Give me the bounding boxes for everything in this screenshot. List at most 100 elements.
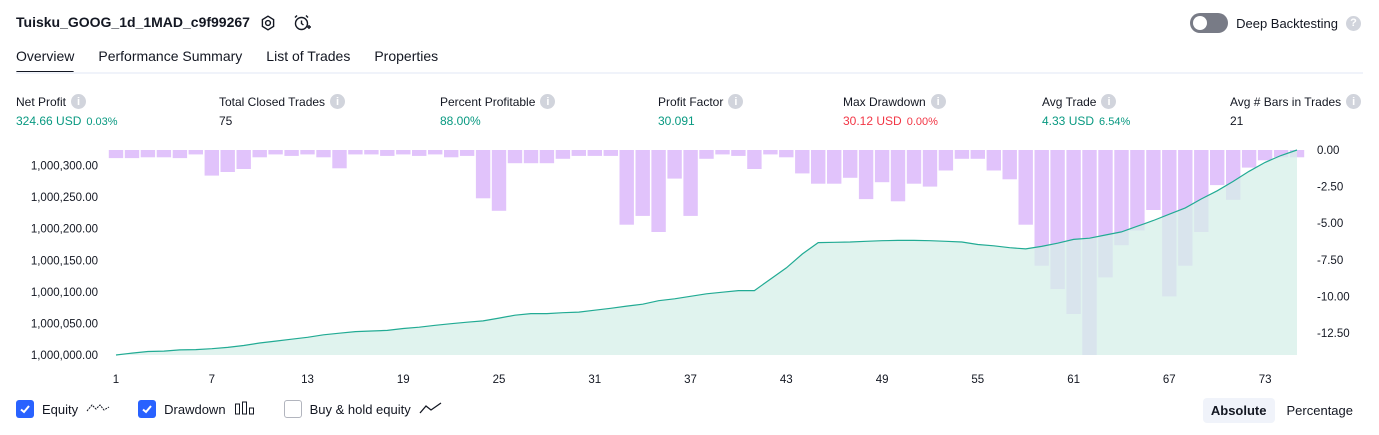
drawdown-bar bbox=[779, 150, 794, 158]
legend-buy-hold[interactable]: Buy & hold equity bbox=[283, 400, 443, 418]
drawdown-bar bbox=[459, 150, 475, 156]
x-axis-tick-label: 49 bbox=[876, 374, 889, 386]
x-axis-tick-label: 43 bbox=[780, 374, 793, 386]
tab-list-of-trades[interactable]: List of Trades bbox=[266, 48, 350, 72]
drawdown-bar bbox=[874, 150, 890, 183]
x-axis-tick-label: 19 bbox=[397, 374, 410, 386]
drawdown-bar bbox=[539, 150, 555, 164]
stat-sub-value: 0.00% bbox=[906, 116, 938, 128]
drawdown-checkbox[interactable] bbox=[138, 400, 157, 418]
drawdown-bar bbox=[348, 150, 363, 155]
drawdown-bar bbox=[1002, 150, 1017, 180]
stat-label: Avg Trade bbox=[1042, 94, 1097, 109]
drawdown-bar bbox=[428, 150, 443, 155]
legend-drawdown[interactable]: Drawdown bbox=[138, 400, 255, 418]
drawdown-bar bbox=[1241, 150, 1257, 168]
info-icon[interactable]: i bbox=[540, 94, 556, 109]
deep-backtesting-label: Deep Backtesting bbox=[1236, 15, 1338, 31]
drawdown-bar bbox=[619, 150, 634, 225]
drawdown-bar bbox=[587, 150, 602, 156]
right-axis-tick-label: -7.50 bbox=[1317, 255, 1343, 267]
drawdown-bar bbox=[444, 150, 459, 158]
equity-drawdown-chart[interactable]: 1,000,000.00 1,000,050.00 1,000,100.00 1,00… bbox=[0, 140, 1379, 390]
drawdown-bar bbox=[938, 150, 954, 171]
percentage-button[interactable]: Percentage bbox=[1279, 398, 1362, 423]
x-axis-tick-label: 13 bbox=[301, 374, 314, 386]
drawdown-bar bbox=[364, 150, 379, 155]
drawdown-bar bbox=[603, 150, 618, 156]
stat-label: Profit Factor bbox=[658, 94, 724, 109]
drawdown-bar bbox=[843, 150, 858, 178]
right-axis-tick-label: 0.00 bbox=[1317, 145, 1339, 157]
x-axis: 1 7 13 19 25 31 37 43 49 55 61 67 73 bbox=[113, 374, 1272, 386]
stat-value: 30.12 USD bbox=[843, 114, 902, 128]
drawdown-bar bbox=[284, 150, 299, 156]
drawdown-bar bbox=[236, 150, 251, 169]
drawdown-bar bbox=[763, 150, 778, 155]
drawdown-bar bbox=[1257, 150, 1273, 161]
drawdown-bar bbox=[795, 150, 810, 174]
drawdown-bar bbox=[140, 150, 156, 158]
drawdown-bar bbox=[108, 150, 124, 159]
x-axis-tick-label: 31 bbox=[588, 374, 601, 386]
stat-value: 75 bbox=[219, 114, 233, 128]
drawdown-bar bbox=[667, 150, 682, 179]
left-axis-tick-label: 1,000,200.00 bbox=[31, 224, 98, 236]
deep-backtesting-toggle[interactable] bbox=[1190, 13, 1229, 33]
stat-avg-trade: Avg Trade i 4.33 USD 6.54% bbox=[1042, 94, 1130, 128]
tab-performance-summary[interactable]: Performance Summary bbox=[98, 48, 242, 72]
drawdown-bar bbox=[204, 150, 219, 176]
tab-bar: Overview Performance Summary List of Tra… bbox=[16, 48, 438, 74]
buy-hold-label: Buy & hold equity bbox=[309, 401, 411, 417]
drawdown-bar bbox=[651, 150, 666, 232]
stat-value: 30.091 bbox=[658, 114, 695, 128]
stat-sub-value: 6.54% bbox=[1099, 116, 1131, 128]
stat-label: Percent Profitable bbox=[440, 94, 536, 109]
equity-checkbox[interactable] bbox=[16, 400, 34, 418]
x-axis-tick-label: 55 bbox=[971, 374, 984, 386]
legend-equity[interactable]: Equity bbox=[16, 400, 110, 418]
buy-hold-checkbox[interactable] bbox=[283, 400, 302, 418]
left-axis-tick-label: 1,000,150.00 bbox=[31, 255, 98, 267]
info-icon[interactable]: i bbox=[930, 94, 946, 109]
value-mode-switch: Absolute Percentage bbox=[1202, 398, 1362, 423]
drawdown-bar bbox=[491, 150, 507, 211]
drawdown-bar bbox=[954, 150, 970, 159]
deep-backtesting-control: Deep Backtesting ? bbox=[1190, 13, 1361, 33]
help-icon[interactable]: ? bbox=[1346, 15, 1361, 31]
absolute-button[interactable]: Absolute bbox=[1202, 398, 1275, 423]
buy-hold-line-icon bbox=[419, 401, 443, 418]
drawdown-bar bbox=[523, 150, 539, 164]
drawdown-bar bbox=[1018, 150, 1033, 225]
info-icon[interactable]: i bbox=[1101, 94, 1117, 109]
tab-properties[interactable]: Properties bbox=[374, 48, 438, 72]
stat-label: Net Profit bbox=[16, 94, 67, 109]
info-icon[interactable]: i bbox=[728, 94, 744, 109]
drawdown-bar bbox=[268, 150, 283, 155]
stat-label: Max Drawdown bbox=[843, 94, 926, 109]
drawdown-bar bbox=[396, 150, 411, 155]
drawdown-bar bbox=[555, 150, 571, 159]
drawdown-bar bbox=[906, 150, 922, 184]
drawdown-label: Drawdown bbox=[164, 401, 226, 417]
settings-icon[interactable] bbox=[257, 12, 279, 34]
drawdown-bar bbox=[890, 150, 906, 202]
x-axis-tick-label: 1 bbox=[113, 374, 119, 386]
left-axis: 1,000,000.00 1,000,050.00 1,000,100.00 1,00… bbox=[31, 161, 98, 362]
drawdown-bar bbox=[858, 150, 874, 200]
right-axis-tick-label: -2.50 bbox=[1317, 182, 1343, 194]
info-icon[interactable]: i bbox=[71, 94, 87, 109]
info-icon[interactable]: i bbox=[330, 94, 346, 109]
add-alert-icon[interactable] bbox=[291, 12, 313, 34]
info-icon[interactable]: i bbox=[1346, 94, 1362, 109]
left-axis-tick-label: 1,000,050.00 bbox=[31, 318, 98, 330]
drawdown-bar bbox=[252, 150, 267, 158]
stat-label: Total Closed Trades bbox=[219, 94, 326, 109]
equity-line-icon bbox=[86, 401, 110, 418]
drawdown-bar bbox=[172, 150, 188, 159]
drawdown-bar bbox=[571, 150, 586, 156]
x-axis-tick-label: 7 bbox=[209, 374, 215, 386]
stat-sub-value: 0.03% bbox=[86, 116, 118, 128]
drawdown-bar bbox=[715, 150, 730, 155]
tab-overview[interactable]: Overview bbox=[16, 48, 75, 74]
